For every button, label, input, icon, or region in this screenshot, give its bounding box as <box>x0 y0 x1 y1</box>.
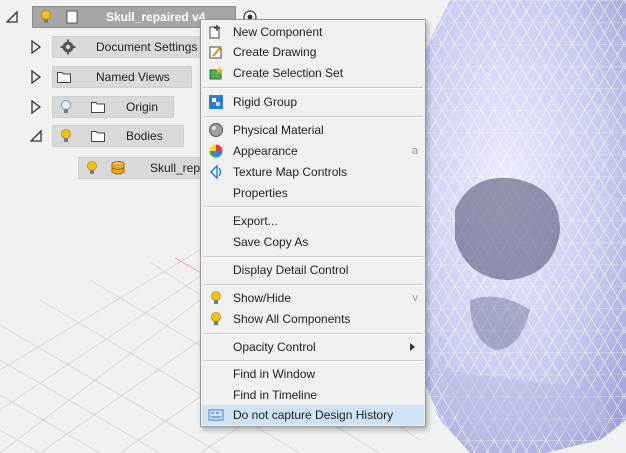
menu-item-label: Texture Map Controls <box>233 165 348 179</box>
menu-item-label: Opacity Control <box>233 340 316 354</box>
gear-icon <box>60 39 76 55</box>
menu-item-label: Show All Components <box>233 312 351 326</box>
selection-set-icon <box>209 66 223 80</box>
rigid-group-icon <box>209 95 223 109</box>
menu-item-show-hide[interactable]: Show/Hide v <box>202 288 424 308</box>
expand-triangle-icon[interactable] <box>30 70 42 84</box>
node-label: Document Settings <box>96 40 198 54</box>
menu-item-find-in-window[interactable]: Find in Window <box>202 364 424 384</box>
menu-item-label: Export... <box>233 214 278 228</box>
lightbulb-icon <box>211 291 221 304</box>
menu-separator <box>203 360 423 362</box>
browser-node-body-skull[interactable]: Skull_repaired <box>0 157 206 179</box>
menu-item-physical-material[interactable]: Physical Material <box>202 120 424 140</box>
design-history-icon <box>208 409 224 421</box>
menu-item-label: Find in Window <box>233 367 316 381</box>
menu-item-create-selection-set[interactable]: Create Selection Set <box>202 63 424 83</box>
browser-node-named-views[interactable]: Named Views <box>0 66 200 88</box>
menu-item-label: Create Selection Set <box>233 66 344 80</box>
menu-separator <box>203 284 423 286</box>
menu-item-label: Rigid Group <box>233 95 298 109</box>
menu-item-label: New Component <box>233 25 323 39</box>
expand-triangle-icon[interactable] <box>30 40 42 54</box>
browser-node-document-settings[interactable]: Document Settings <box>0 36 206 58</box>
submenu-arrow-icon <box>410 343 415 351</box>
menu-item-do-not-capture-design-history[interactable]: Do not capture Design History <box>202 405 424 425</box>
expand-triangle-icon[interactable] <box>30 100 42 114</box>
context-menu: New Component Create Drawing Create Sele… <box>200 19 426 427</box>
menu-item-label: Save Copy As <box>233 235 309 249</box>
physical-material-icon <box>209 123 223 137</box>
menu-item-export[interactable]: Export... <box>202 211 424 231</box>
folder-icon <box>91 131 105 142</box>
menu-item-label: Appearance <box>233 144 298 158</box>
node-label: Bodies <box>126 129 163 143</box>
menu-item-find-in-timeline[interactable]: Find in Timeline <box>202 385 424 405</box>
menu-item-shortcut: a <box>411 145 418 157</box>
collapse-triangle-icon[interactable] <box>6 10 18 24</box>
menu-separator <box>203 116 423 118</box>
menu-separator <box>203 206 423 208</box>
folder-icon <box>57 72 71 83</box>
menu-item-create-drawing[interactable]: Create Drawing <box>202 42 424 62</box>
skull-model[interactable] <box>405 0 626 453</box>
new-component-icon <box>209 25 220 39</box>
menu-separator <box>203 333 423 335</box>
menu-item-texture-map-controls[interactable]: Texture Map Controls <box>202 162 424 182</box>
menu-item-label: Display Detail Control <box>233 263 349 277</box>
menu-item-appearance[interactable]: Appearance a <box>202 141 424 161</box>
menu-separator <box>203 256 423 258</box>
menu-item-display-detail-control[interactable]: Display Detail Control <box>202 260 424 280</box>
menu-item-opacity-control[interactable]: Opacity Control <box>202 337 424 357</box>
texture-map-icon <box>210 164 222 180</box>
lightbulb-off-icon[interactable] <box>58 99 74 115</box>
menu-item-label: Show/Hide <box>233 291 292 305</box>
browser-node-origin[interactable]: Origin <box>0 96 200 118</box>
document-component-icon <box>66 10 78 24</box>
root-label: Skull_repaired v4 <box>106 10 206 24</box>
folder-icon <box>91 102 105 113</box>
menu-item-label: Create Drawing <box>233 45 317 59</box>
lightbulb-icon <box>211 312 221 325</box>
menu-item-label: Find in Timeline <box>233 388 318 402</box>
menu-item-show-all-components[interactable]: Show All Components <box>202 309 424 329</box>
node-label: Named Views <box>96 70 170 84</box>
menu-item-shortcut: v <box>412 292 419 304</box>
collapse-triangle-icon[interactable] <box>30 129 42 143</box>
lightbulb-icon[interactable] <box>84 160 100 176</box>
browser-node-bodies[interactable]: Bodies <box>0 125 200 147</box>
menu-item-label: Properties <box>233 186 288 200</box>
menu-item-properties[interactable]: Properties <box>202 183 424 203</box>
menu-item-label: Do not capture Design History <box>233 408 394 422</box>
node-label: Origin <box>126 100 159 114</box>
lightbulb-icon[interactable] <box>58 128 74 144</box>
menu-item-new-component[interactable]: New Component <box>202 22 424 42</box>
node-label: Skull_repaired <box>150 161 202 175</box>
menu-item-save-copy-as[interactable]: Save Copy As <box>202 232 424 252</box>
menu-item-rigid-group[interactable]: Rigid Group <box>202 92 424 112</box>
body-icon <box>111 161 125 175</box>
lightbulb-icon[interactable] <box>38 9 54 25</box>
appearance-icon <box>209 144 223 158</box>
menu-separator <box>203 87 423 89</box>
menu-item-label: Physical Material <box>233 123 324 137</box>
create-drawing-icon <box>209 46 222 59</box>
